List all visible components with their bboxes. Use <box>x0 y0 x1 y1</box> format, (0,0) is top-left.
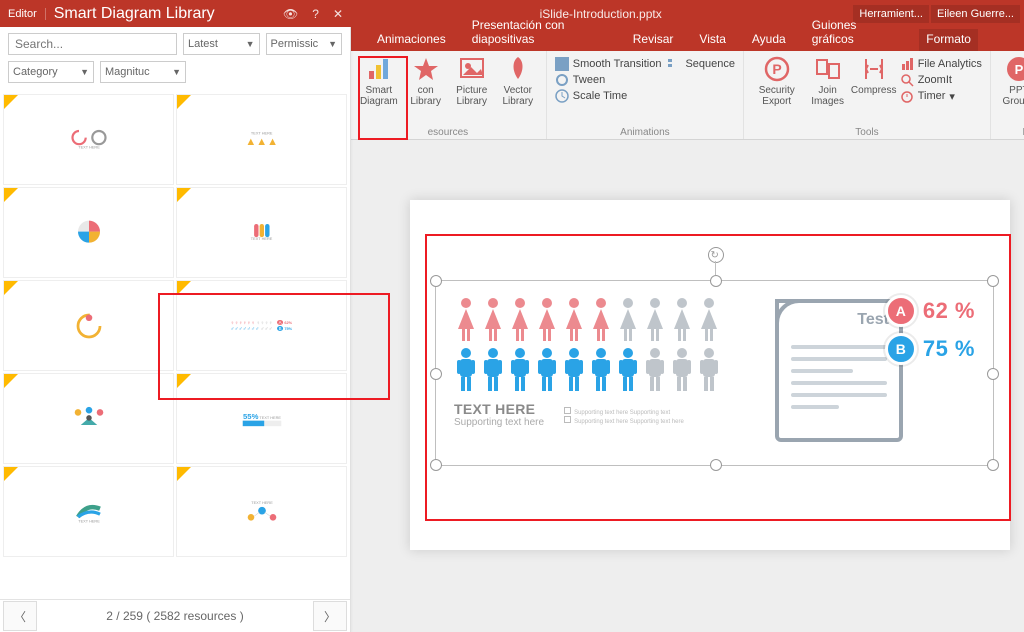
resize-handle[interactable] <box>987 275 999 287</box>
tab-vista[interactable]: Vista <box>692 29 732 51</box>
ppt-groups-button[interactable]: P PPT Groups <box>997 53 1024 109</box>
prev-page-button[interactable]: 〈 <box>3 601 37 631</box>
tween-button[interactable]: Tween <box>555 73 662 87</box>
stat-b-badge: B <box>885 333 917 365</box>
zoom-icon <box>900 73 914 87</box>
slide-canvas[interactable]: TEXT HERE Supporting text here Supportin… <box>350 140 1024 632</box>
panel-title: Smart Diagram Library <box>46 5 215 23</box>
picture-icon <box>458 55 486 83</box>
timer-icon <box>900 89 914 103</box>
tab-ayuda[interactable]: Ayuda <box>745 29 793 51</box>
resize-handle[interactable] <box>710 275 722 287</box>
sequence-button[interactable]: Sequence <box>667 57 735 71</box>
sort-dropdown[interactable]: Latest▼ <box>183 33 260 55</box>
smart-diagram-button[interactable]: Smart Diagram <box>356 53 402 109</box>
group-label: Tools <box>750 126 984 138</box>
bar-chart-icon <box>365 55 393 83</box>
tab-revisar[interactable]: Revisar <box>626 29 681 51</box>
rocket-icon <box>504 55 532 83</box>
diagram-thumbnail[interactable] <box>3 280 174 371</box>
resize-handle[interactable] <box>430 368 442 380</box>
group-label: Learning <box>997 126 1024 138</box>
chevron-down-icon: ▼ <box>324 39 337 49</box>
stat-a: A 62 % <box>885 295 975 327</box>
scale-time-button[interactable]: Scale Time <box>555 89 662 103</box>
editor-breadcrumb: Editor <box>0 8 46 20</box>
tween-icon <box>555 73 569 87</box>
document-icon: Test <box>775 299 903 442</box>
stat-a-badge: A <box>885 295 917 327</box>
analytics-icon <box>900 57 914 71</box>
male-pictogram-row <box>454 347 765 393</box>
legend: Supporting text here Supporting text Sup… <box>564 407 684 428</box>
join-images-button[interactable]: Join Images <box>806 53 850 109</box>
resize-handle[interactable] <box>987 459 999 471</box>
tab-animaciones[interactable]: Animaciones <box>370 29 453 51</box>
vector-library-button[interactable]: Vector Library <box>496 53 540 109</box>
diagram-thumbnail[interactable] <box>3 373 174 464</box>
close-icon[interactable]: ✕ <box>326 7 350 21</box>
next-page-button[interactable]: 〉 <box>313 601 347 631</box>
rotation-handle[interactable] <box>708 247 724 263</box>
diagram-thumbnail[interactable] <box>3 187 174 278</box>
diagram-thumbnail[interactable]: 55% TEXT HERE <box>176 373 347 464</box>
chevron-down-icon: ▼ <box>76 67 89 77</box>
chevron-down-icon: ▼ <box>168 67 181 77</box>
clock-icon <box>555 89 569 103</box>
group-label: esources <box>356 126 540 138</box>
document-title: iSlide-Introduction.pptx <box>350 7 851 21</box>
transition-icon <box>555 57 569 71</box>
diagram-thumbnail[interactable]: ♀♀♀♀♀♀♀♀♀♀A 62% ♂♂♂♂♂♂♂♂♂♂B 75% <box>176 280 347 371</box>
stat-b: B 75 % <box>885 333 975 365</box>
supporting-text: Supporting text here <box>454 417 544 428</box>
file-analytics-button[interactable]: File Analytics <box>900 57 982 71</box>
diagram-thumbnail[interactable]: TEXT HERE▲▲▲ <box>176 94 347 185</box>
join-icon <box>814 55 842 83</box>
resize-handle[interactable] <box>987 368 999 380</box>
sequence-icon <box>667 57 681 71</box>
magnitude-dropdown[interactable]: Magnituc▼ <box>100 61 186 83</box>
security-export-button[interactable]: P Security Export <box>750 53 804 109</box>
stat-b-value: 75 % <box>923 336 975 362</box>
icon-library-button[interactable]: con Library <box>404 53 448 109</box>
group-label: Animations <box>553 126 737 138</box>
ppt-icon: P <box>1005 55 1024 83</box>
smooth-transition-button[interactable]: Smooth Transition <box>555 57 662 71</box>
compress-icon <box>860 55 888 83</box>
chevron-down-icon: ▼ <box>242 39 255 49</box>
resize-handle[interactable] <box>430 459 442 471</box>
female-pictogram-row <box>454 297 765 343</box>
svg-text:P: P <box>772 61 781 77</box>
smart-diagram-library-panel: Latest▼ Permissic▼ Category▼ Magnituc▼ T… <box>0 27 351 632</box>
permission-dropdown[interactable]: Permissic▼ <box>266 33 343 55</box>
help-icon[interactable]: ? <box>305 7 326 21</box>
star-icon <box>412 55 440 83</box>
timer-button[interactable]: Timer ▾ <box>900 89 982 103</box>
category-dropdown[interactable]: Category▼ <box>8 61 94 83</box>
resize-handle[interactable] <box>430 275 442 287</box>
diagram-thumbnail[interactable]: TEXT HERE <box>176 466 347 557</box>
hide-icon[interactable]: 👁 <box>276 7 305 21</box>
page-indicator: 2 / 259 ( 2582 resources ) <box>40 609 310 623</box>
search-input[interactable] <box>8 33 177 55</box>
stat-a-value: 62 % <box>923 298 975 324</box>
text-here-label: TEXT HERE <box>454 401 544 417</box>
selection-box[interactable]: TEXT HERE Supporting text here Supportin… <box>435 280 994 466</box>
diagram-thumbnail[interactable]: TEXT HERE <box>3 466 174 557</box>
zoomit-button[interactable]: ZoomIt <box>900 73 982 87</box>
user-name[interactable]: Eileen Guerre... <box>931 5 1020 23</box>
compress-button[interactable]: Compress <box>852 53 896 98</box>
resize-handle[interactable] <box>710 459 722 471</box>
tab-formato[interactable]: Formato <box>919 29 978 51</box>
picture-library-button[interactable]: Picture Library <box>450 53 494 109</box>
security-icon: P <box>763 55 791 83</box>
svg-text:P: P <box>1015 62 1024 77</box>
diagram-thumbnail[interactable]: TEXT HERE <box>3 94 174 185</box>
diagram-thumbnail[interactable]: TEXT HERE <box>176 187 347 278</box>
